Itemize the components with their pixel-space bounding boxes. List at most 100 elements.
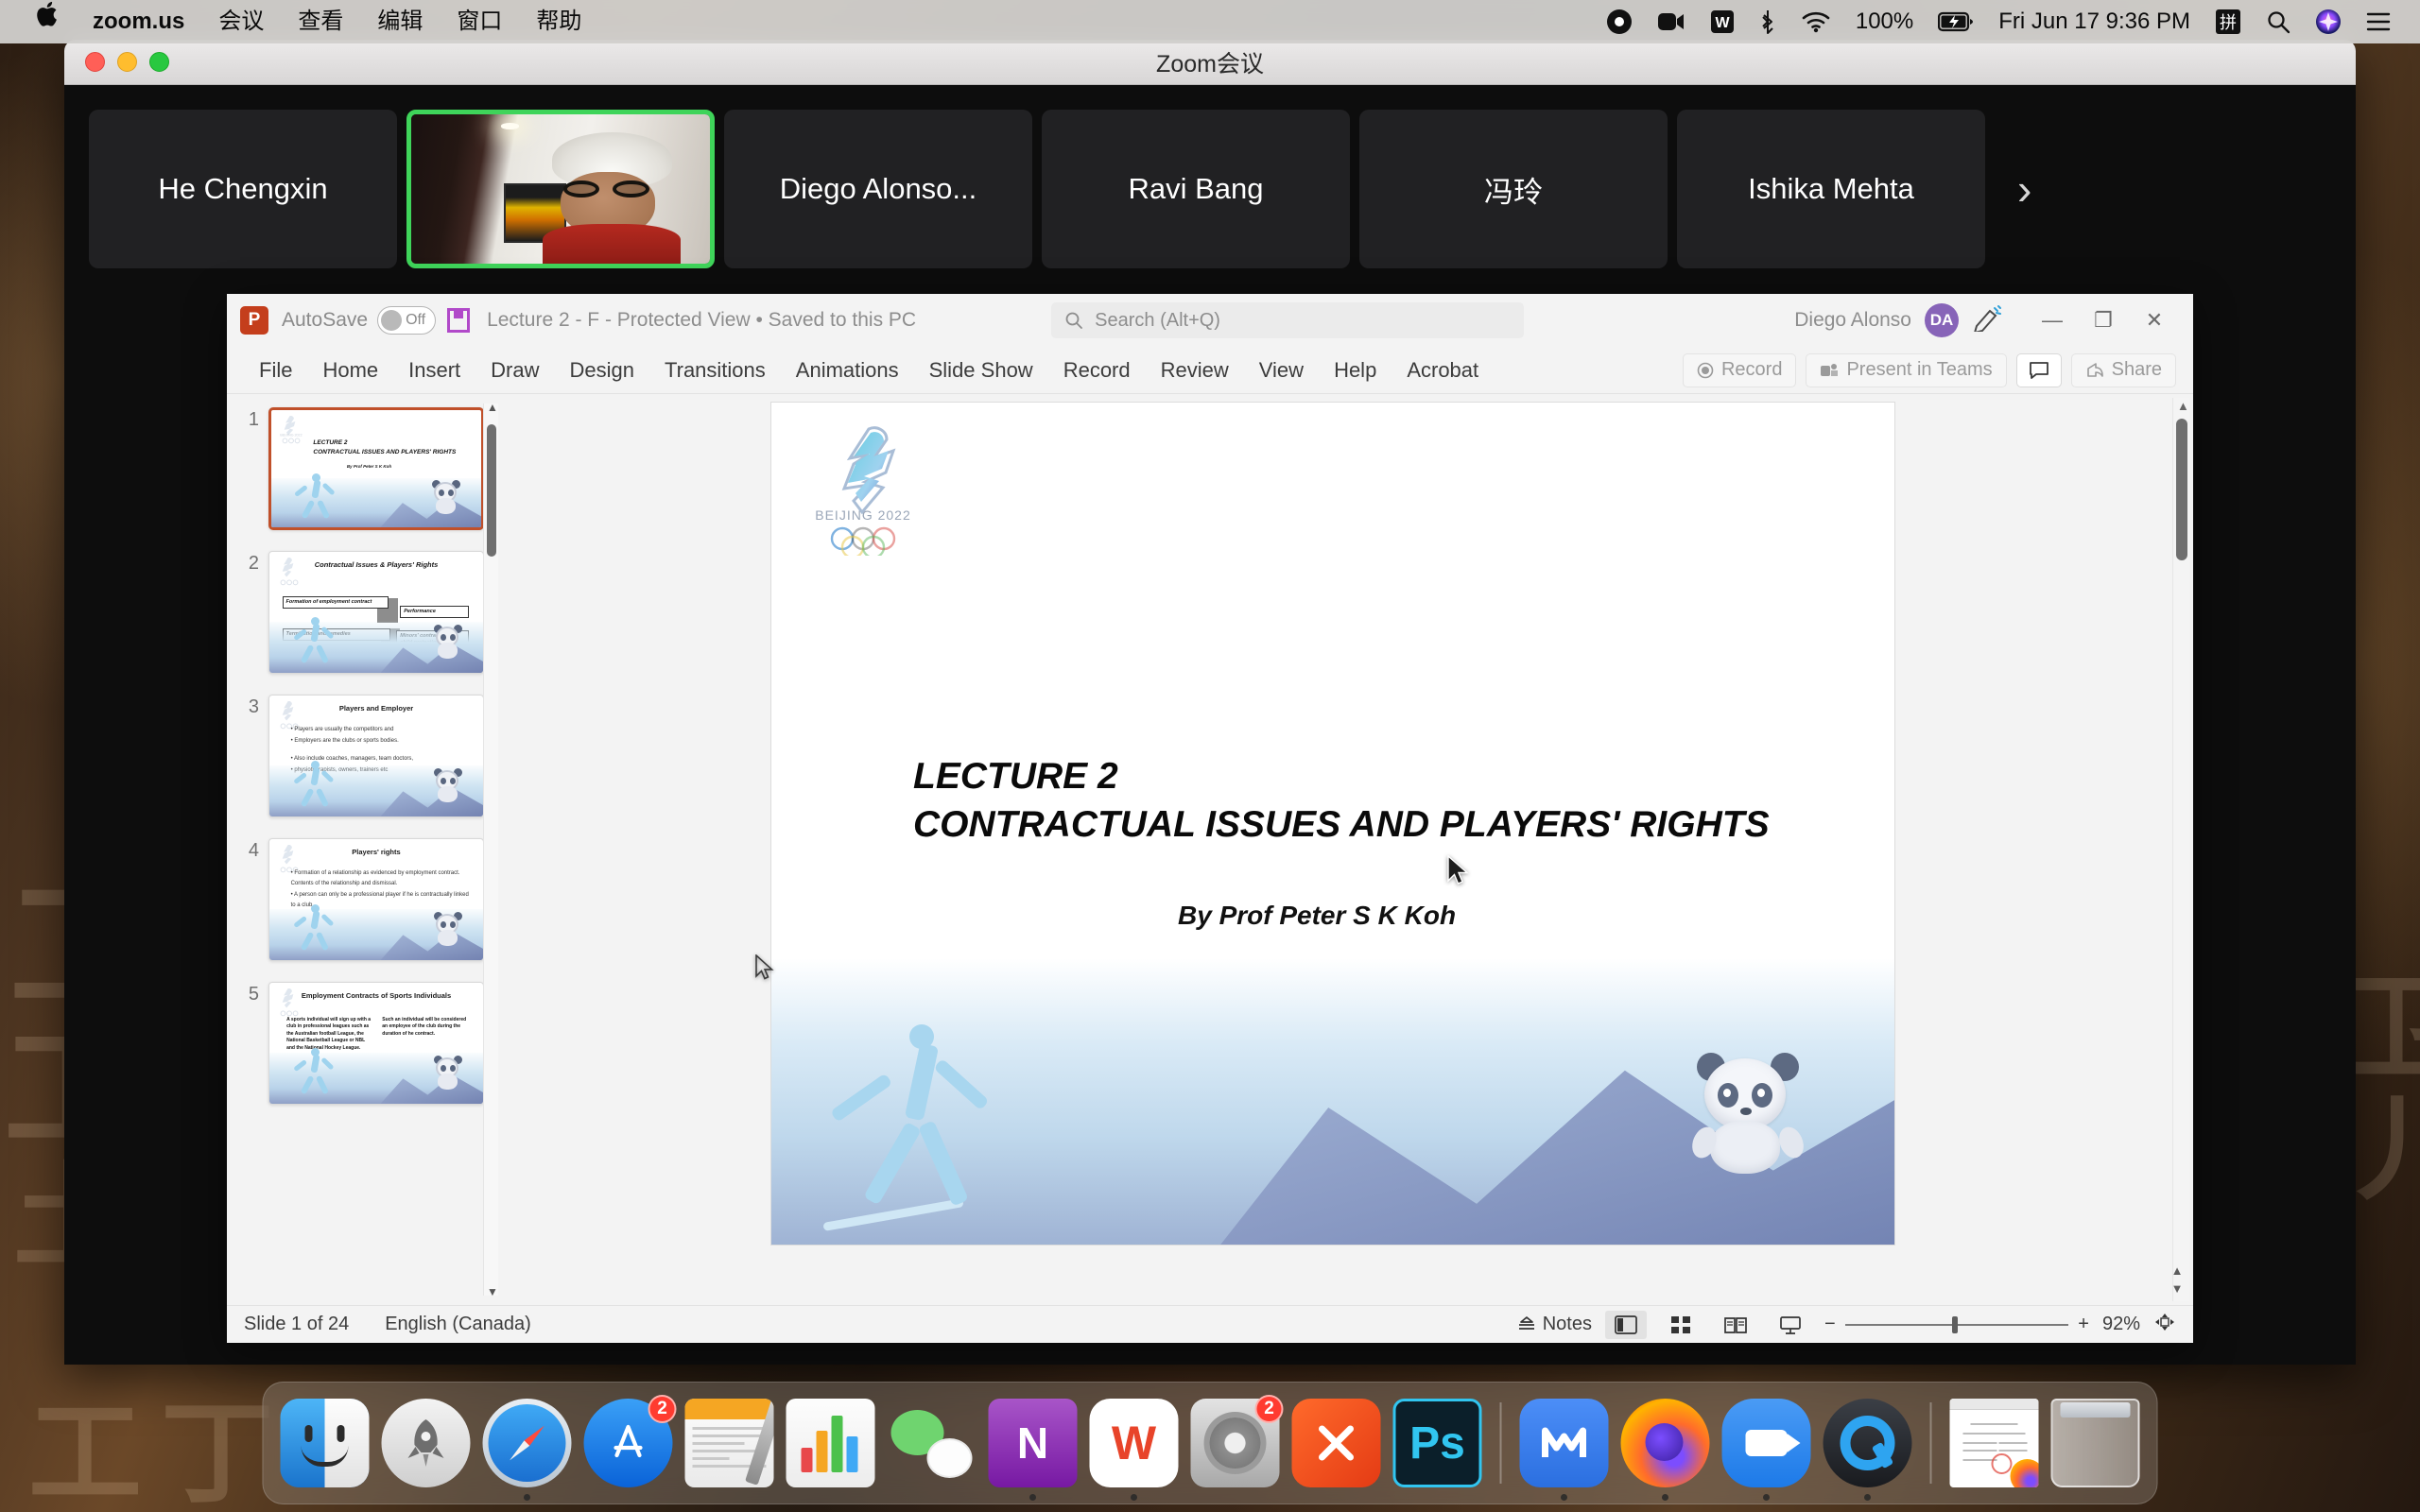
participant-tile-ishika-mehta[interactable]: Ishika Mehta xyxy=(1677,110,1985,268)
siri-icon[interactable] xyxy=(2303,0,2354,43)
tab-file[interactable]: File xyxy=(244,352,307,388)
dock-item-finder[interactable] xyxy=(280,1399,370,1487)
slide-sorter-button[interactable] xyxy=(1660,1311,1702,1339)
tab-record[interactable]: Record xyxy=(1048,352,1146,388)
save-icon[interactable] xyxy=(447,308,471,333)
thumbnail-row[interactable]: 5 Employment Contracts of Sports Individ… xyxy=(234,982,501,1105)
chevron-right-icon[interactable]: › xyxy=(2000,167,2048,211)
menubar-item-window[interactable]: 窗口 xyxy=(440,0,519,43)
ribbon-display-icon[interactable] xyxy=(1972,303,2004,337)
next-slide-icon[interactable]: ▼ xyxy=(2171,1281,2184,1296)
fit-to-window-icon[interactable] xyxy=(2153,1312,2176,1338)
participant-tile-fengling[interactable]: 冯玲 xyxy=(1359,110,1668,268)
dock-item-pages[interactable] xyxy=(684,1399,774,1487)
dock-item-onenote[interactable]: N xyxy=(988,1399,1078,1501)
search-icon[interactable] xyxy=(2254,0,2303,43)
avatar[interactable]: DA xyxy=(1925,303,1959,337)
participant-tile-diego-alonso[interactable]: Diego Alonso... xyxy=(724,110,1032,268)
slide-thumbnail-3[interactable]: Players and Employer • Players are usual… xyxy=(268,695,484,817)
menubar-app-name[interactable]: zoom.us xyxy=(76,0,201,43)
slide-thumbnail-2[interactable]: Contractual Issues & Players' Rights For… xyxy=(268,551,484,674)
menubar-item-edit[interactable]: 编辑 xyxy=(360,0,440,43)
menubar-item-help[interactable]: 帮助 xyxy=(519,0,598,43)
battery-charging-icon[interactable] xyxy=(1926,0,1986,43)
wechat-w-icon[interactable]: W xyxy=(1698,0,1747,43)
tab-insert[interactable]: Insert xyxy=(393,352,475,388)
scroll-down-arrow-icon[interactable]: ▼ xyxy=(487,1286,498,1297)
slide-title-block[interactable]: LECTURE 2 CONTRACTUAL ISSUES AND PLAYERS… xyxy=(913,752,1770,850)
dock-item-quicktime[interactable] xyxy=(1823,1399,1912,1501)
scroll-up-arrow-icon[interactable]: ▲ xyxy=(2177,400,2189,412)
scrollbar-thumb[interactable] xyxy=(487,424,496,557)
dock-item-trash[interactable] xyxy=(2050,1399,2140,1487)
tab-home[interactable]: Home xyxy=(307,352,393,388)
slide-thumbnail-5[interactable]: Employment Contracts of Sports Individua… xyxy=(268,982,484,1105)
user-account-area[interactable]: Diego Alonso DA — ❐ ✕ xyxy=(1794,301,2180,339)
record-button[interactable]: Record xyxy=(1682,352,1797,387)
dock-item-launchpad[interactable] xyxy=(381,1399,471,1487)
control-center-icon[interactable] xyxy=(2354,0,2403,43)
dock-item-photoshop[interactable]: Ps xyxy=(1392,1399,1482,1487)
present-in-teams-button[interactable]: Present in Teams xyxy=(1806,352,2007,387)
canvas-vertical-scrollbar[interactable]: ▲ ▲ ▼ xyxy=(2171,398,2189,1301)
zoom-slider[interactable]: − + xyxy=(1824,1314,2089,1335)
thumbnail-row[interactable]: 4 Players' rights • Formation of a relat… xyxy=(234,838,501,961)
current-slide[interactable]: BEIJING 2022 LECTURE 2 CONTRACTUAL ISSUE… xyxy=(770,402,1895,1246)
camera-icon[interactable] xyxy=(1645,0,1698,43)
participant-strip[interactable]: He Chengxin Diego Alonso... Ravi Bang 冯玲 xyxy=(64,85,2356,293)
zoom-in-button[interactable]: + xyxy=(2078,1314,2089,1335)
dock-item-app-store[interactable]: 2 xyxy=(583,1395,677,1487)
reading-view-button[interactable] xyxy=(1715,1311,1756,1339)
dock-item-messenger[interactable] xyxy=(1519,1399,1609,1501)
powerpoint-window[interactable]: P AutoSave Off Lecture 2 - F - Protected… xyxy=(227,294,2193,1343)
dock-item-zoom[interactable] xyxy=(1721,1399,1811,1501)
tab-help[interactable]: Help xyxy=(1319,352,1392,388)
participant-tile-he-chengxin[interactable]: He Chengxin xyxy=(89,110,397,268)
tab-animations[interactable]: Animations xyxy=(781,352,914,388)
slide-count-label[interactable]: Slide 1 of 24 xyxy=(244,1314,349,1335)
tab-transitions[interactable]: Transitions xyxy=(649,352,781,388)
scroll-up-arrow-icon[interactable]: ▲ xyxy=(487,402,498,413)
previous-slide-icon[interactable]: ▲ xyxy=(2171,1263,2184,1278)
participant-tile-ravi-bang[interactable]: Ravi Bang xyxy=(1042,110,1350,268)
bluetooth-icon[interactable] xyxy=(1747,0,1789,43)
tab-view[interactable]: View xyxy=(1244,352,1319,388)
dock-item-wechat[interactable] xyxy=(888,1399,977,1487)
normal-view-button[interactable] xyxy=(1604,1310,1647,1339)
zoom-knob[interactable] xyxy=(1952,1315,1959,1333)
wifi-icon[interactable] xyxy=(1789,0,1843,43)
scrollbar-thumb[interactable] xyxy=(2176,419,2187,560)
menubar-clock[interactable]: Fri Jun 17 9:36 PM xyxy=(1986,0,2203,43)
slide-thumbnail-pane[interactable]: 1 BEIJING 2022 LECTURE 2 CONTRACTUAL ISS… xyxy=(227,394,501,1305)
notes-button[interactable]: Notes xyxy=(1516,1314,1592,1335)
dock-item-wps-office[interactable]: W xyxy=(1089,1399,1179,1501)
slide-navigation-buttons[interactable]: ▲ ▼ xyxy=(2167,1263,2187,1296)
restore-button[interactable]: ❐ xyxy=(2078,301,2129,339)
dock-item-system-preferences[interactable]: 2 xyxy=(1190,1395,1284,1487)
slide-thumbnail-4[interactable]: Players' rights • Formation of a relatio… xyxy=(268,838,484,961)
slide-thumbnail-1[interactable]: BEIJING 2022 LECTURE 2 CONTRACTUAL ISSUE… xyxy=(268,407,484,530)
dock-item-numbers[interactable] xyxy=(786,1399,875,1487)
minimize-button[interactable]: — xyxy=(2027,301,2078,339)
menubar-item-view[interactable]: 查看 xyxy=(281,0,360,43)
comments-button[interactable] xyxy=(2015,352,2062,387)
participant-tile-active-speaker[interactable] xyxy=(406,110,715,268)
dock-item-xmind[interactable] xyxy=(1291,1399,1381,1487)
tab-draw[interactable]: Draw xyxy=(475,352,554,388)
close-button[interactable]: ✕ xyxy=(2129,301,2180,339)
search-input[interactable]: Search (Alt+Q) xyxy=(1051,302,1525,338)
apple-menu[interactable] xyxy=(21,0,76,43)
input-method-icon[interactable]: 拼 xyxy=(2203,0,2254,43)
menubar-item-meeting[interactable]: 会议 xyxy=(201,0,281,43)
slide-canvas-area[interactable]: BEIJING 2022 LECTURE 2 CONTRACTUAL ISSUE… xyxy=(501,394,2193,1305)
mac-dock[interactable]: 2 N W 2 Ps xyxy=(262,1382,2158,1504)
tab-design[interactable]: Design xyxy=(555,352,649,388)
tab-slide-show[interactable]: Slide Show xyxy=(914,352,1048,388)
ribbon-tabs[interactable]: File Home Insert Draw Design Transitions… xyxy=(227,347,2193,394)
thumbnail-row[interactable]: 3 Players and Employer • Players are usu… xyxy=(234,695,501,817)
zoom-level-label[interactable]: 92% xyxy=(2102,1314,2140,1335)
language-label[interactable]: English (Canada) xyxy=(385,1314,531,1335)
zoom-out-button[interactable]: − xyxy=(1824,1314,1836,1335)
thumbnail-scrollbar[interactable]: ▲ ▼ xyxy=(483,402,498,1297)
thumbnail-row[interactable]: 1 BEIJING 2022 LECTURE 2 CONTRACTUAL ISS… xyxy=(234,407,501,530)
